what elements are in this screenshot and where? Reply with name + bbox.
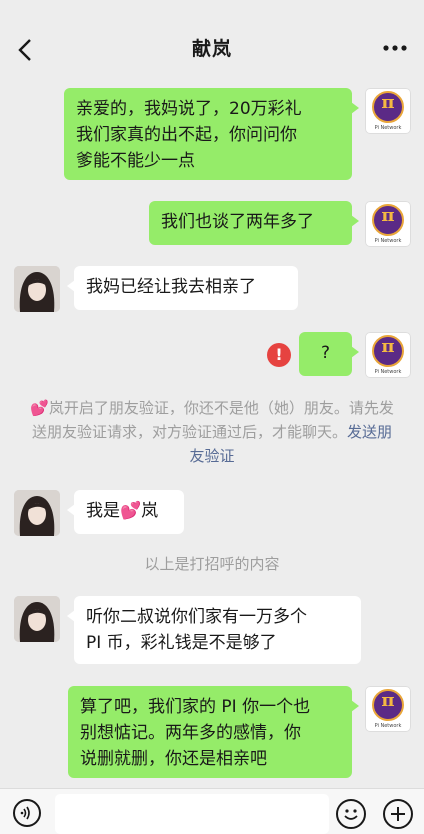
friend-verification-notice: 💕岚开启了朋友验证，你还不是他（她）朋友。请先发送朋友验证请求，对方验证通过后，… bbox=[30, 396, 394, 468]
avatar-contact[interactable] bbox=[14, 596, 60, 642]
voice-input-icon[interactable] bbox=[13, 799, 41, 827]
avatar-pi-network[interactable]: π Pi Network bbox=[365, 88, 411, 134]
message-bubble-incoming[interactable]: 我是💕岚 bbox=[67, 490, 184, 534]
message-bubble-incoming[interactable]: 听你二叔说你们家有一万多个 PI 币，彩礼钱是不是够了 bbox=[67, 596, 361, 664]
message-input[interactable] bbox=[55, 794, 329, 834]
message-bubble-incoming[interactable]: 我妈已经让我去相亲了 bbox=[67, 266, 298, 310]
avatar-pi-network[interactable]: π Pi Network bbox=[365, 332, 411, 378]
more-options-icon[interactable] bbox=[380, 38, 410, 58]
verification-text: 💕岚开启了朋友验证，你还不是他（她）朋友。请先发送朋友验证请求，对方验证通过后，… bbox=[30, 399, 394, 441]
chat-title: 献岚 bbox=[191, 38, 232, 60]
avatar-contact[interactable] bbox=[14, 266, 60, 312]
input-bar bbox=[0, 788, 424, 834]
message-bubble-outgoing[interactable]: 算了吧，我们家的 PI 你一个也 别想惦记。两年多的感情，你 说删就删，你还是相… bbox=[68, 686, 359, 778]
greeting-note: 以上是打招呼的内容 bbox=[144, 555, 280, 573]
avatar-pi-network[interactable]: π Pi Network bbox=[365, 201, 411, 247]
message-bubble-outgoing[interactable]: ? bbox=[299, 332, 359, 376]
message-bubble-outgoing[interactable]: 我们也谈了两年多了 bbox=[149, 201, 359, 245]
emoji-icon[interactable] bbox=[336, 799, 366, 829]
add-more-icon[interactable] bbox=[383, 799, 413, 829]
avatar-pi-network[interactable]: π Pi Network bbox=[365, 686, 411, 732]
contact-photo-icon bbox=[14, 266, 60, 312]
contact-photo-icon bbox=[14, 596, 60, 642]
chat-header: 献岚 bbox=[0, 0, 424, 88]
message-bubble-outgoing[interactable]: 亲爱的，我妈说了，20万彩礼 我们家真的出不起，你问问你 爹能不能少一点 bbox=[64, 88, 359, 180]
contact-photo-icon bbox=[14, 490, 60, 536]
avatar-contact[interactable] bbox=[14, 490, 60, 536]
send-failed-icon[interactable]: ! bbox=[267, 343, 291, 367]
